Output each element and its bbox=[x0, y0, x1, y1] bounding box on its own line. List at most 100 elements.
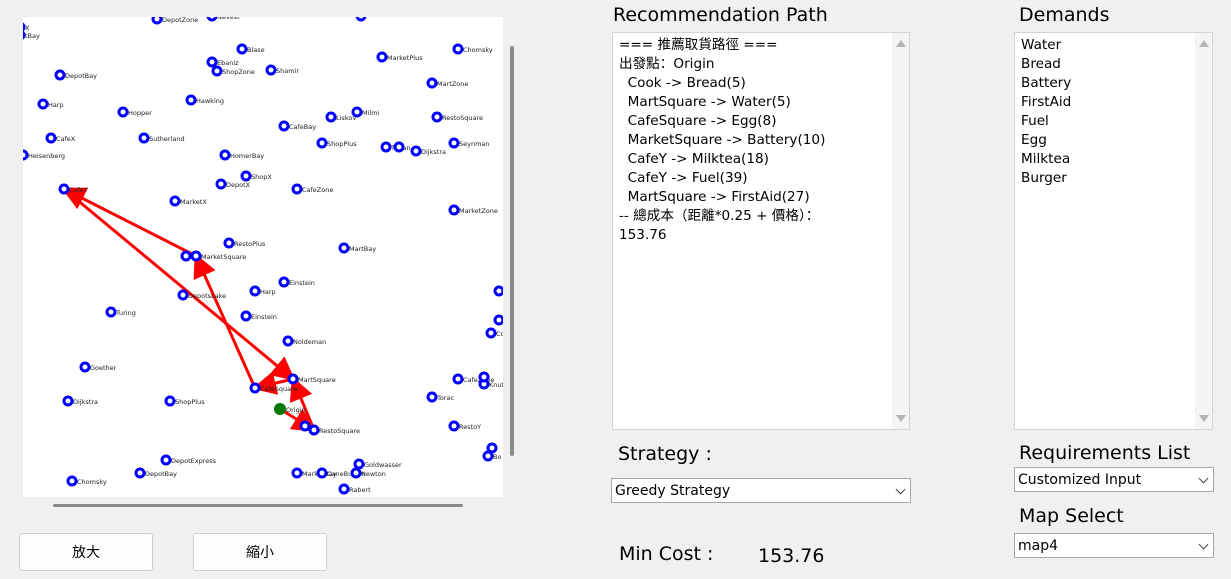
poi-marker[interactable] bbox=[23, 30, 26, 40]
map-poi[interactable]: Goether bbox=[79, 361, 117, 373]
map-poi[interactable]: CafeZone bbox=[291, 183, 333, 195]
map-poi[interactable]: RestoY bbox=[448, 420, 481, 432]
poi-marker[interactable] bbox=[219, 149, 231, 161]
poi-marker[interactable] bbox=[316, 137, 328, 149]
map-poi[interactable]: Chomsky bbox=[452, 43, 493, 55]
map-canvas[interactable]: DepotZone Nevest XtBay Blase MarketPlus Choms… bbox=[23, 17, 503, 497]
poi-marker[interactable] bbox=[482, 450, 494, 462]
recommendation-textbox[interactable]: === 推薦取貨路徑 === 出發點：Origin Cook -> Bread(5… bbox=[612, 32, 910, 430]
map-poi[interactable]: MarketZone bbox=[448, 204, 498, 216]
map-poi[interactable]: MartBay bbox=[338, 242, 376, 254]
map-poi[interactable]: MartZone bbox=[426, 77, 468, 89]
poi-marker[interactable] bbox=[37, 98, 49, 110]
poi-marker[interactable] bbox=[493, 314, 503, 326]
map-poi[interactable] bbox=[493, 314, 503, 326]
map-poi[interactable]: Harp bbox=[37, 98, 64, 110]
poi-marker[interactable] bbox=[452, 373, 464, 385]
poi-marker[interactable] bbox=[448, 204, 460, 216]
poi-marker[interactable] bbox=[485, 327, 497, 339]
map-poi[interactable]: Hopper bbox=[117, 106, 152, 118]
map-poi[interactable] bbox=[478, 371, 490, 383]
map-poi[interactable]: Hawking bbox=[185, 94, 224, 106]
poi-marker[interactable] bbox=[291, 183, 303, 195]
map-poi[interactable]: Newton bbox=[350, 467, 386, 479]
scroll-down-icon[interactable] bbox=[896, 415, 906, 422]
poi-marker[interactable] bbox=[380, 141, 392, 153]
map-poi[interactable]: Blase bbox=[236, 43, 265, 55]
poi-marker[interactable] bbox=[291, 467, 303, 479]
poi-marker[interactable] bbox=[54, 69, 66, 81]
poi-marker[interactable] bbox=[240, 170, 252, 182]
map-poi[interactable]: Noldeman bbox=[282, 335, 326, 347]
poi-marker[interactable] bbox=[338, 483, 350, 495]
map-poi[interactable]: MarketPlus bbox=[376, 51, 423, 63]
zoom-in-button[interactable]: 放大 bbox=[19, 533, 153, 571]
poi-marker[interactable] bbox=[355, 17, 367, 22]
map-poi[interactable]: MartSquare bbox=[287, 373, 336, 385]
poi-marker[interactable] bbox=[215, 178, 227, 190]
map-poi[interactable]: DepotExpress bbox=[160, 454, 217, 466]
poi-marker[interactable] bbox=[316, 467, 328, 479]
poi-marker[interactable] bbox=[117, 106, 129, 118]
scroll-up-icon[interactable] bbox=[1199, 40, 1209, 47]
poi-marker[interactable] bbox=[151, 17, 163, 25]
map-poi[interactable]: Turing bbox=[105, 306, 136, 318]
poi-marker[interactable] bbox=[308, 424, 320, 436]
poi-marker[interactable] bbox=[138, 132, 150, 144]
map-poi[interactable]: Einstein bbox=[278, 276, 315, 288]
strategy-select[interactable]: Greedy Strategy bbox=[611, 478, 911, 503]
map-poi[interactable]: RestoPlus bbox=[223, 237, 266, 249]
map-poi[interactable]: Sutherland bbox=[138, 132, 185, 144]
map-poi[interactable]: Heisenberg bbox=[23, 149, 65, 161]
poi-marker[interactable] bbox=[206, 17, 218, 22]
map-poi[interactable]: Dijkstra bbox=[410, 145, 446, 157]
map-poi[interactable]: Dijkstra bbox=[62, 395, 98, 407]
zoom-out-button[interactable]: 縮小 bbox=[193, 533, 327, 571]
poi-marker[interactable] bbox=[338, 242, 350, 254]
poi-marker[interactable] bbox=[206, 56, 218, 68]
poi-marker[interactable] bbox=[410, 145, 422, 157]
map-poi[interactable]: RestoSquare bbox=[308, 424, 360, 436]
demands-scrollbar[interactable] bbox=[1195, 33, 1212, 429]
poi-marker[interactable] bbox=[177, 289, 189, 301]
poi-marker[interactable] bbox=[249, 285, 261, 297]
poi-marker[interactable] bbox=[353, 458, 365, 470]
poi-marker[interactable] bbox=[278, 120, 290, 132]
map-poi[interactable]: RestoSquare bbox=[431, 111, 483, 123]
requirements-select[interactable]: Customized Input bbox=[1014, 467, 1214, 492]
poi-marker[interactable] bbox=[236, 43, 248, 55]
map-poi[interactable] bbox=[393, 141, 405, 153]
map-poi[interactable]: CafeSquare bbox=[249, 382, 298, 394]
poi-marker[interactable] bbox=[185, 94, 197, 106]
map-poi[interactable]: DepotBay bbox=[134, 467, 177, 479]
map-poi[interactable]: ShopX bbox=[240, 170, 272, 182]
poi-marker[interactable] bbox=[190, 250, 202, 262]
poi-marker[interactable] bbox=[134, 467, 146, 479]
poi-marker[interactable] bbox=[62, 395, 74, 407]
map-poi[interactable]: DepotsLake bbox=[177, 289, 226, 301]
map-poi[interactable]: CafeX bbox=[45, 132, 76, 144]
poi-marker[interactable] bbox=[426, 77, 438, 89]
poi-marker[interactable] bbox=[66, 475, 78, 487]
map-vertical-scrollbar[interactable] bbox=[510, 46, 514, 456]
poi-marker[interactable] bbox=[282, 335, 294, 347]
map-poi[interactable]: Nevest bbox=[206, 17, 240, 22]
poi-marker[interactable] bbox=[105, 306, 117, 318]
poi-marker[interactable] bbox=[180, 250, 192, 262]
map-poi[interactable]: ShopZone bbox=[211, 65, 255, 77]
map-poi[interactable] bbox=[299, 420, 311, 432]
poi-marker[interactable] bbox=[58, 183, 70, 195]
poi-marker[interactable] bbox=[478, 371, 490, 383]
map-poi[interactable]: Einstein bbox=[240, 310, 277, 322]
poi-marker[interactable] bbox=[325, 111, 337, 123]
poi-marker[interactable] bbox=[240, 310, 252, 322]
map-poi[interactable]: ShopPlus bbox=[316, 137, 357, 149]
demands-listbox[interactable]: Water Bread Battery FirstAid Fuel Egg Milktea B… bbox=[1014, 32, 1213, 430]
map-poi[interactable]: Goldwasser bbox=[353, 458, 402, 470]
poi-marker[interactable] bbox=[431, 111, 443, 123]
map-poi[interactable] bbox=[493, 285, 503, 297]
map-poi[interactable]: DepotBay bbox=[54, 69, 97, 81]
map-poi[interactable]: Liskov bbox=[325, 111, 356, 123]
map-poi[interactable]: Harp bbox=[249, 285, 276, 297]
scroll-down-icon[interactable] bbox=[1199, 415, 1209, 422]
